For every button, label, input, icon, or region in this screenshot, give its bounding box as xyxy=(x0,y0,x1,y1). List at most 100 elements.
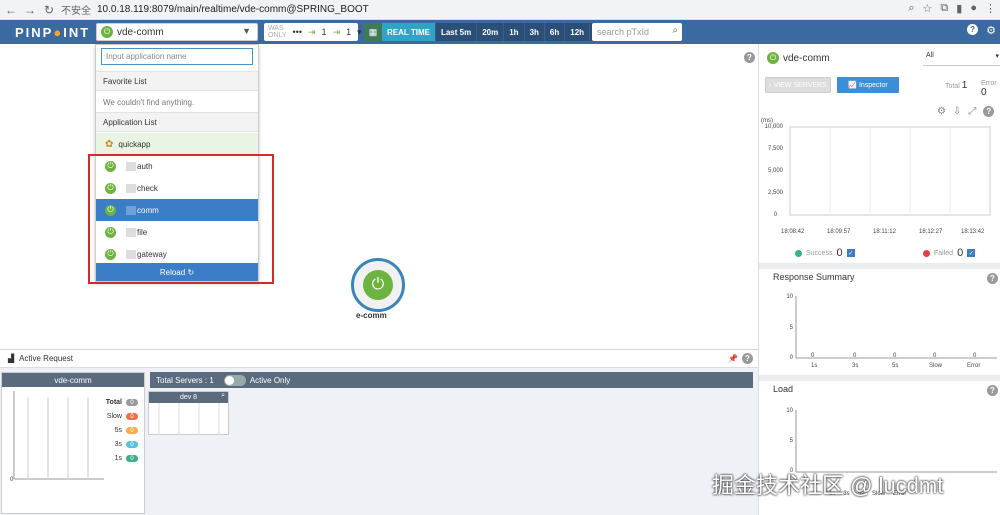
active-only-toggle[interactable] xyxy=(223,374,246,386)
server-mini-card[interactable]: dev 8 ⌕ xyxy=(148,391,229,435)
help-icon[interactable]: ? xyxy=(987,273,998,284)
range-button[interactable]: Last 5m xyxy=(434,23,476,41)
chevron-down-icon: ▼ xyxy=(242,26,251,36)
active-request-chart xyxy=(13,391,104,480)
error-stat: Error 0 xyxy=(981,80,997,98)
star-icon[interactable]: ☆ xyxy=(923,2,933,15)
profile-icon[interactable]: ● xyxy=(970,2,977,15)
scatter-y-tick: 2,500 xyxy=(767,190,783,196)
spring-boot-icon: ⏻ xyxy=(767,52,779,64)
scatter-chart[interactable] xyxy=(789,124,997,220)
chart-icon: 📈 xyxy=(848,82,857,89)
failed-checkbox[interactable]: ✓ xyxy=(967,249,976,257)
extensions-icon[interactable]: ⧉ xyxy=(940,2,948,15)
menu-icon[interactable]: ⋮ xyxy=(985,2,996,15)
response-value: 0 xyxy=(973,353,977,359)
response-y-tick: 10 xyxy=(786,294,793,300)
section-divider xyxy=(759,263,1000,269)
selected-application: vde-comm xyxy=(117,26,164,38)
help-icon[interactable]: ? xyxy=(742,353,753,364)
app-icon: ✿ xyxy=(105,138,114,150)
total-servers-label: Total Servers : 1 xyxy=(156,375,214,385)
calendar-icon[interactable]: ▦ xyxy=(364,23,382,41)
spring-boot-icon: ⏻ xyxy=(363,270,393,300)
search-icon[interactable]: ⌕ xyxy=(672,25,678,36)
response-category: 3s xyxy=(852,363,859,369)
application-select[interactable]: ⏻ vde-comm ▼ xyxy=(96,23,258,41)
zoom-icon[interactable]: ⌕ xyxy=(908,2,914,15)
total-stat: Total 1 xyxy=(945,80,968,91)
help-icon[interactable]: ? xyxy=(983,106,995,117)
realtime-button[interactable]: REAL TIME xyxy=(382,23,435,41)
transaction-search-input[interactable]: search pTxId ⌕ xyxy=(592,23,682,41)
legend-3s: 3s 0 xyxy=(115,441,138,448)
view-servers-button[interactable]: ‹ VIEW SERVERS xyxy=(765,77,831,93)
range-button[interactable]: 1h xyxy=(503,23,523,41)
legend-5s: 5s 0 xyxy=(115,427,138,434)
settings-icon[interactable]: ⚙ xyxy=(937,106,946,117)
response-value: 0 xyxy=(811,353,815,359)
response-summary-chart[interactable] xyxy=(795,296,999,360)
back-icon[interactable]: ← xyxy=(3,2,19,18)
range-button[interactable]: 20m xyxy=(476,23,503,41)
search-icon[interactable]: ⌕ xyxy=(221,392,225,400)
active-only-label: Active Only xyxy=(249,375,291,385)
response-y-tick: 0 xyxy=(789,355,793,361)
help-icon[interactable]: ? xyxy=(987,385,998,396)
load-y-tick: 10 xyxy=(786,408,793,414)
section-divider xyxy=(759,375,1000,381)
response-category: Error xyxy=(967,363,981,369)
help-icon[interactable]: ? xyxy=(744,52,755,63)
application-item[interactable]: ✿ quickapp xyxy=(96,133,258,155)
chevron-down-icon: ▾ xyxy=(357,26,362,37)
active-request-panel: ▟ Active Request 📌 ? vde-comm 0 Total 0 S… xyxy=(0,349,758,515)
active-request-title: Active Request xyxy=(19,354,73,363)
spring-boot-icon: ⏻ xyxy=(101,26,113,38)
response-summary-title: Response Summary xyxy=(773,272,855,282)
reload-icon[interactable]: ↻ xyxy=(41,2,57,18)
success-checkbox[interactable]: ✓ xyxy=(846,249,855,257)
axis-zero: 0 xyxy=(10,477,14,483)
range-button[interactable]: 6h xyxy=(543,23,564,41)
active-request-header: ▟ Active Request 📌 ? xyxy=(0,350,758,368)
inbound-count: 1 xyxy=(321,27,327,37)
load-chart[interactable] xyxy=(795,410,999,474)
fullscreen-icon[interactable]: ⤢ xyxy=(968,106,976,117)
response-y-tick: 5 xyxy=(789,325,793,331)
panel-app-title: ⏻ vde-comm xyxy=(767,52,830,64)
outbound-count: 1 xyxy=(346,27,352,37)
application-list-header: Application List xyxy=(96,112,258,132)
favorite-list-header: Favorite List xyxy=(96,71,258,91)
total-servers-bar: Total Servers : 1 Active Only xyxy=(150,372,753,388)
more-icon: ••• xyxy=(292,27,302,37)
chart-icon: ▟ xyxy=(8,354,15,363)
right-info-panel: ⏻ vde-comm All ▾ ‹ VIEW SERVERS 📈 Inspec… xyxy=(758,44,1000,515)
settings-icon[interactable]: ⚙ xyxy=(986,24,996,37)
load-title: Load xyxy=(773,384,794,394)
was-filter[interactable]: WAS ONLY ••• ⇥ 1 ⇥ 1 ▾ xyxy=(264,23,362,41)
browser-toolbar: ← → ↻ 不安全 10.0.18.119:8079/main/realtime… xyxy=(0,0,1000,20)
scatter-x-tick: 18:09:57 xyxy=(827,229,851,235)
sidepanel-icon[interactable]: ▮ xyxy=(956,2,962,15)
inbound-icon: ⇥ xyxy=(308,26,316,37)
agent-select[interactable]: All ▾ xyxy=(923,52,1000,66)
download-icon[interactable]: ⇩ xyxy=(953,106,961,117)
application-search-input[interactable]: Input application name xyxy=(101,48,253,65)
forward-icon[interactable]: → xyxy=(22,2,38,18)
range-button[interactable]: 3h xyxy=(523,23,544,41)
url-bar[interactable]: 10.0.18.119:8079/main/realtime/vde-comm@… xyxy=(97,4,369,15)
server-mini-chart xyxy=(158,403,220,435)
card-title: vde-comm xyxy=(2,373,144,387)
range-button[interactable]: 12h xyxy=(564,23,589,41)
scatter-x-tick: 18:11:12 xyxy=(873,229,896,235)
node-label: e-comm xyxy=(356,311,387,320)
outbound-icon: ⇥ xyxy=(332,26,341,37)
highlight-box xyxy=(88,154,274,284)
success-legend: Success 0 ✓ xyxy=(795,247,855,259)
application-node[interactable]: ⏻ xyxy=(351,258,405,312)
inspector-button[interactable]: 📈 Inspector xyxy=(837,77,899,93)
pin-icon[interactable]: 📌 xyxy=(728,354,738,363)
response-category: Slow xyxy=(929,363,943,369)
response-category: 1s xyxy=(811,363,818,369)
help-icon[interactable]: ? xyxy=(967,24,979,35)
